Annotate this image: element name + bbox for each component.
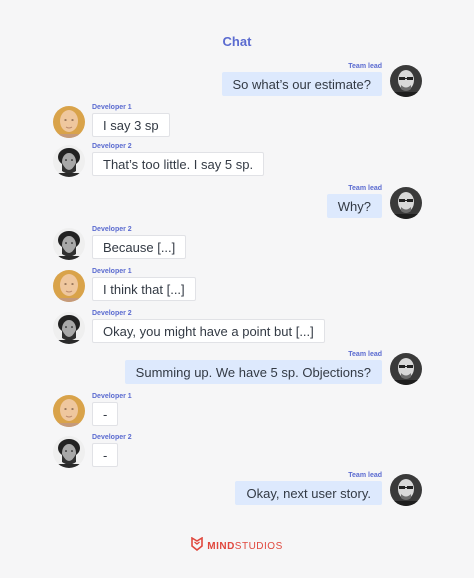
avatar-developer-2 — [53, 228, 85, 260]
message-row: Team lead Why? — [0, 185, 474, 229]
message-author: Developer 1 — [92, 104, 132, 111]
message-row: Developer 2 Okay, you might have a point … — [0, 310, 474, 354]
message-row: Developer 2 That’s too little. I say 5 sp… — [0, 143, 474, 187]
message-row: Developer 2 Because [...] — [0, 226, 474, 270]
message-row: Team lead Summing up. We have 5 sp. Objec… — [0, 351, 474, 395]
mindstudios-logo-icon — [191, 536, 204, 556]
avatar-developer-2 — [53, 436, 85, 468]
message-author: Team lead — [348, 472, 382, 479]
message-author: Developer 2 — [92, 143, 132, 150]
message-author: Team lead — [348, 63, 382, 70]
chat-title: Chat — [222, 34, 252, 49]
message-bubble: Okay, next user story. — [235, 481, 382, 505]
message-bubble: I say 3 sp — [92, 113, 170, 137]
message-author: Team lead — [348, 351, 382, 358]
brand-name: MINDSTUDIOS — [207, 541, 283, 552]
message-bubble: Why? — [326, 194, 382, 218]
message-author: Developer 2 — [92, 226, 132, 233]
brand-name-rest: STUDIOS — [234, 541, 283, 552]
message-author: Developer 1 — [92, 268, 132, 275]
footer-brand: MINDSTUDIOS — [0, 536, 474, 556]
avatar-developer-2 — [53, 312, 85, 344]
avatar-developer-1 — [53, 270, 85, 302]
message-row: Developer 1 I think that [...] — [0, 268, 474, 312]
message-bubble: Because [...] — [92, 235, 187, 259]
message-bubble: Summing up. We have 5 sp. Objections? — [124, 360, 382, 384]
message-author: Team lead — [348, 185, 382, 192]
message-row: Team lead So what’s our estimate? — [0, 63, 474, 107]
brand-name-bold: MIND — [207, 541, 235, 552]
message-author: Developer 2 — [92, 434, 132, 441]
avatar-team-lead — [390, 65, 422, 97]
message-bubble: I think that [...] — [92, 277, 196, 301]
avatar-developer-1 — [53, 106, 85, 138]
message-row: Developer 1 - — [0, 393, 474, 437]
message-bubble: - — [92, 443, 119, 467]
message-bubble: - — [92, 402, 119, 426]
message-bubble: That’s too little. I say 5 sp. — [92, 152, 265, 176]
message-author: Developer 1 — [92, 393, 132, 400]
avatar-team-lead — [390, 187, 422, 219]
message-bubble: Okay, you might have a point but [...] — [92, 319, 325, 343]
avatar-team-lead — [390, 353, 422, 385]
message-row: Developer 1 I say 3 sp — [0, 104, 474, 148]
avatar-developer-2 — [53, 145, 85, 177]
avatar-developer-1 — [53, 395, 85, 427]
message-author: Developer 2 — [92, 310, 132, 317]
avatar-team-lead — [390, 474, 422, 506]
message-row: Team lead Okay, next user story. — [0, 472, 474, 516]
message-bubble: So what’s our estimate? — [221, 72, 382, 96]
